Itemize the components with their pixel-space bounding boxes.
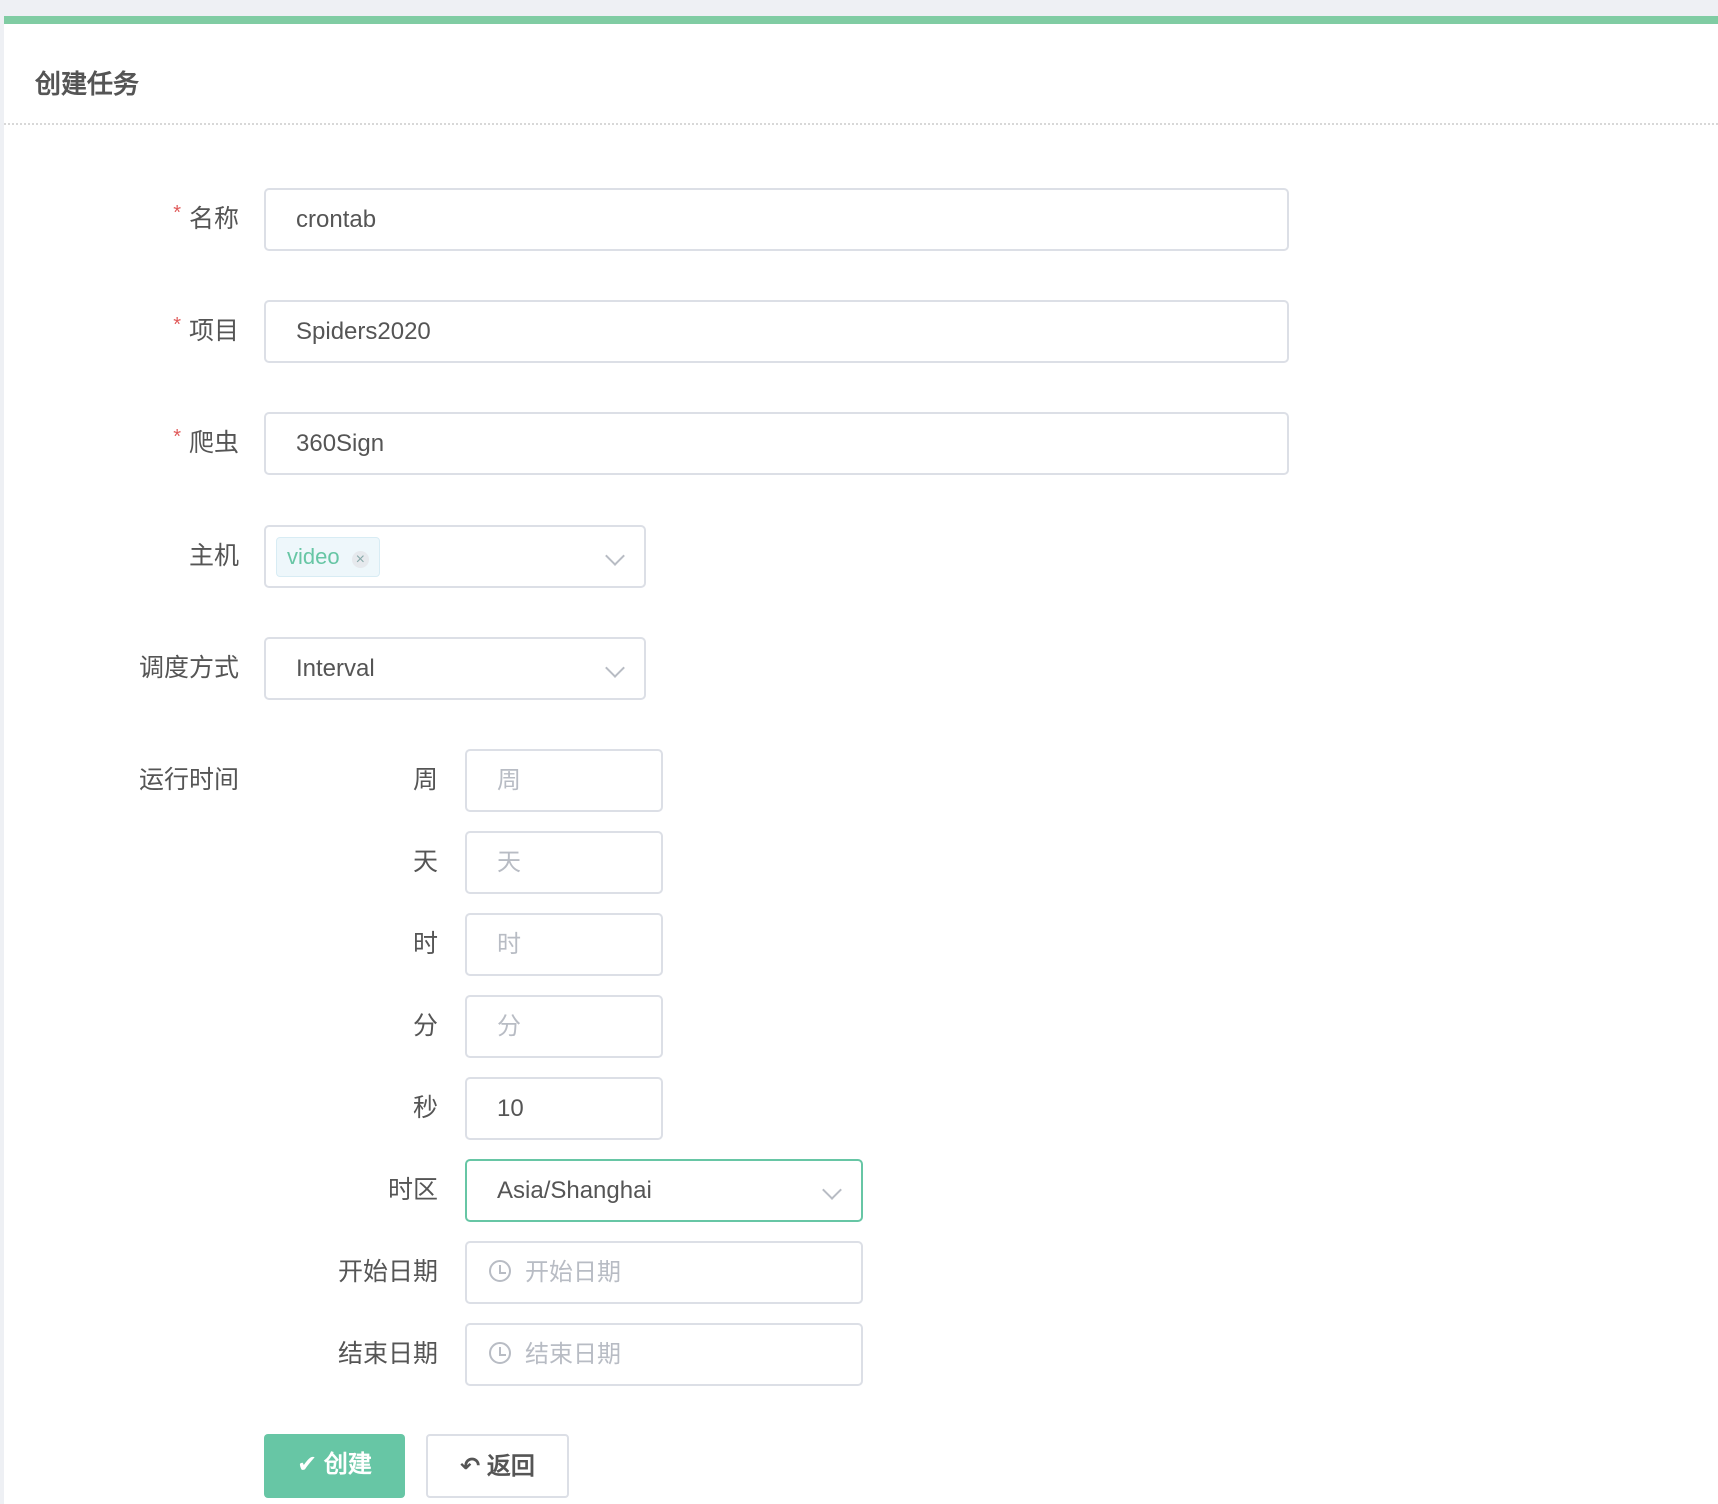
schedule-label: 调度方式 [138, 654, 239, 682]
name-input[interactable]: crontab [264, 188, 1289, 251]
create-button[interactable]: ✔ 创建 [264, 1434, 405, 1498]
name-label: * 名称 [173, 202, 239, 233]
start-date-label: 开始日期 [337, 1258, 438, 1286]
chevron-down-icon [605, 658, 625, 678]
week-input[interactable]: 周 [465, 749, 663, 812]
week-label: 周 [412, 766, 438, 794]
chevron-down-icon [822, 1180, 842, 1200]
minute-input[interactable]: 分 [465, 995, 663, 1058]
host-label: 主机 [188, 542, 239, 570]
divider [4, 123, 1718, 125]
back-arrow-icon: ↶ [460, 1453, 481, 1480]
minute-label: 分 [412, 1012, 438, 1040]
project-input[interactable]: Spiders2020 [264, 300, 1289, 363]
tag-close-icon[interactable]: × [351, 551, 369, 568]
second-input[interactable]: 10 [465, 1077, 663, 1140]
timezone-label: 时区 [387, 1176, 438, 1204]
host-tag: video × [276, 537, 380, 577]
clock-icon [489, 1341, 511, 1364]
day-input[interactable]: 天 [465, 831, 663, 894]
project-label: * 项目 [173, 314, 239, 345]
runtime-label: 运行时间 [138, 766, 239, 794]
chevron-down-icon [605, 546, 625, 566]
day-label: 天 [412, 848, 438, 876]
hour-label: 时 [412, 930, 438, 958]
page-title: 创建任务 [35, 69, 140, 99]
check-icon: ✔ [297, 1451, 318, 1478]
host-select[interactable]: video × [264, 525, 646, 588]
end-date-label: 结束日期 [337, 1340, 438, 1368]
timezone-select[interactable]: Asia/Shanghai [465, 1159, 863, 1222]
second-label: 秒 [412, 1094, 438, 1122]
required-icon: * [173, 202, 181, 224]
clock-icon [489, 1259, 511, 1282]
schedule-select[interactable]: Interval [264, 637, 646, 700]
required-icon: * [173, 314, 181, 336]
spider-label: * 爬虫 [173, 426, 239, 457]
spider-input[interactable]: 360Sign [264, 412, 1289, 475]
start-date-input[interactable]: 开始日期 [465, 1241, 863, 1304]
required-icon: * [173, 426, 181, 448]
hour-input[interactable]: 时 [465, 913, 663, 976]
back-button[interactable]: ↶ 返回 [426, 1434, 569, 1498]
end-date-input[interactable]: 结束日期 [465, 1323, 863, 1386]
